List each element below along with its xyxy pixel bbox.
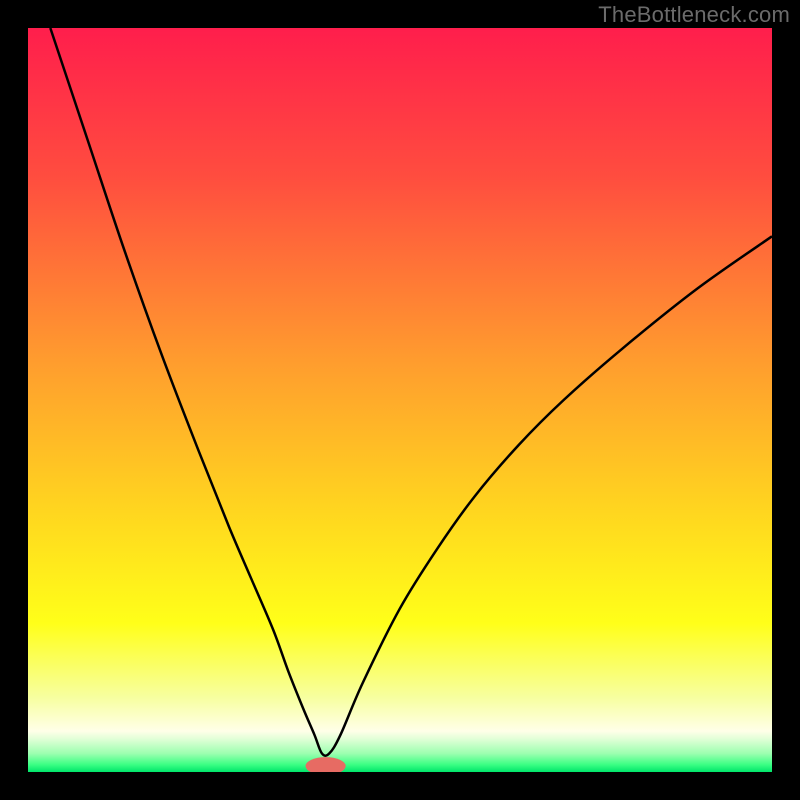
plot-area: [28, 28, 772, 772]
watermark-text: TheBottleneck.com: [598, 2, 790, 28]
gradient-background: [28, 28, 772, 772]
chart-svg: [28, 28, 772, 772]
chart-frame: TheBottleneck.com: [0, 0, 800, 800]
